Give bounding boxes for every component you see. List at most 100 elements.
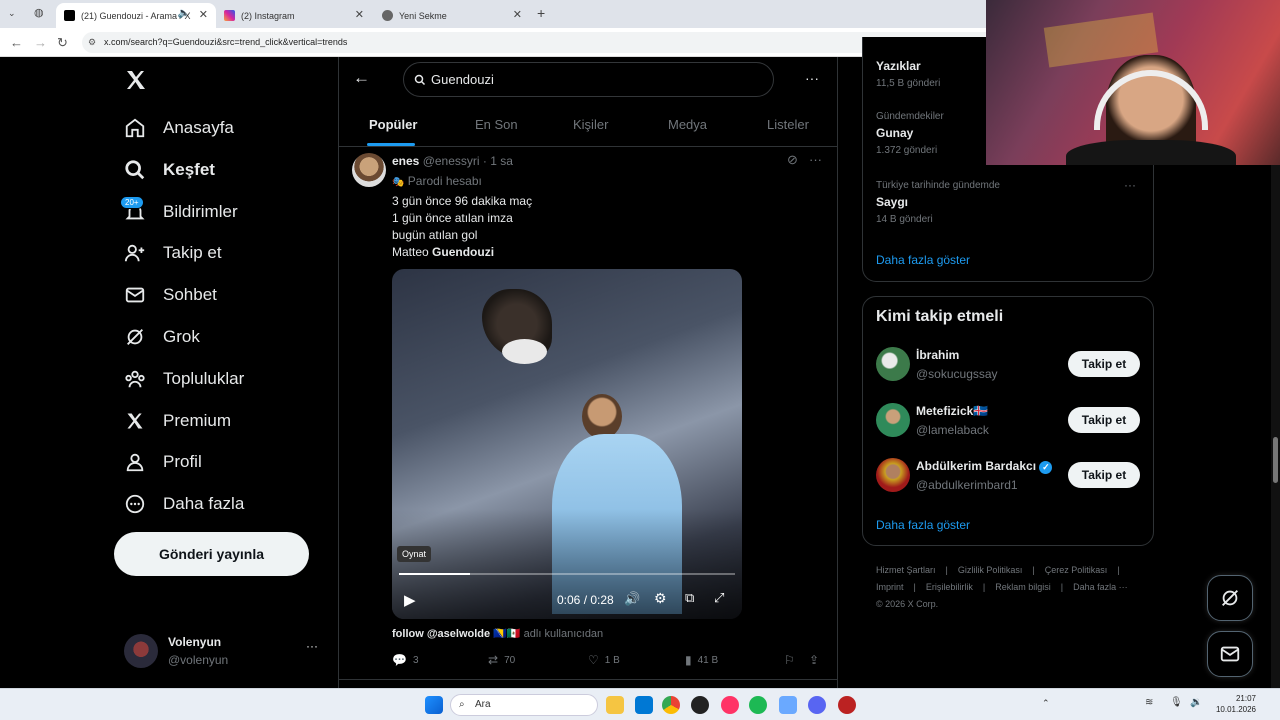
user-handle[interactable]: @abdulkerimbard1 xyxy=(916,478,1018,492)
sidebar-item-explore[interactable]: Keşfet xyxy=(122,156,215,184)
messages-fab-button[interactable] xyxy=(1207,631,1253,677)
more-dots-icon[interactable]: ··· xyxy=(809,152,822,167)
taskbar-search[interactable]: ⌕ Ara xyxy=(450,694,598,716)
show-more-follow-link[interactable]: Daha fazla göster xyxy=(876,518,970,532)
avatar[interactable] xyxy=(876,458,910,492)
opera-icon[interactable] xyxy=(721,696,739,714)
gear-icon[interactable]: ⚙ xyxy=(654,590,667,607)
more-dots-icon[interactable]: ··· xyxy=(805,70,819,86)
fullscreen-icon[interactable]: ⤢ xyxy=(714,590,724,606)
user-name[interactable]: İbrahim xyxy=(916,348,959,362)
tab-latest[interactable]: En Son xyxy=(475,117,518,132)
sidebar-item-home[interactable]: Anasayfa xyxy=(122,114,234,142)
sidebar-item-grok[interactable]: Grok xyxy=(122,323,200,351)
views-button[interactable]: ▮ 41 B xyxy=(685,653,718,667)
reply-button[interactable]: 💬 3 xyxy=(392,653,419,667)
tab-lists[interactable]: Listeler xyxy=(767,117,809,132)
user-handle[interactable]: @sokucugssay xyxy=(916,367,998,381)
new-tab-plus-icon[interactable]: + xyxy=(537,5,545,21)
sidebar-item-profile[interactable]: Profil xyxy=(122,448,202,476)
avatar[interactable] xyxy=(352,153,386,187)
reply-count: 3 xyxy=(412,654,419,666)
tab-x-search[interactable]: (21) Guendouzi - Arama / X 🔈 ✕ xyxy=(56,3,216,28)
pip-icon[interactable]: ⧉ xyxy=(685,590,694,606)
avatar[interactable] xyxy=(876,347,910,381)
sidebar-item-more[interactable]: Daha fazla xyxy=(122,490,244,518)
video-progress-track[interactable] xyxy=(399,573,735,575)
app-icon[interactable] xyxy=(838,696,856,714)
file-explorer-icon[interactable] xyxy=(606,696,624,714)
back-arrow-icon[interactable]: ← xyxy=(10,35,23,50)
follow-button[interactable]: Takip et xyxy=(1068,462,1140,488)
store-icon[interactable] xyxy=(635,696,653,714)
search-input[interactable]: Guendouzi xyxy=(403,62,774,97)
user-name-row[interactable]: Abdülkerim Bardakcı ✓ xyxy=(916,459,1053,474)
grok-icon[interactable]: ⊘ xyxy=(787,152,798,168)
microphone-icon[interactable]: 🎙 xyxy=(1170,697,1183,708)
reload-icon[interactable]: ↻ xyxy=(57,35,68,51)
volume-icon[interactable]: 🔉 xyxy=(1190,697,1202,708)
footer-link[interactable]: Reklam bilgisi xyxy=(995,582,1051,592)
tweet-time[interactable]: · 1 sa xyxy=(483,154,513,168)
footer-link[interactable]: Hizmet Şartları xyxy=(876,565,936,575)
app-icon[interactable] xyxy=(691,696,709,714)
close-icon[interactable]: ✕ xyxy=(199,8,208,21)
site-settings-icon[interactable]: ⚙ xyxy=(88,32,96,53)
more-dots-icon[interactable]: ··· xyxy=(1124,178,1136,192)
follow-mention[interactable]: follow @aselwolde xyxy=(392,628,490,640)
grok-fab-button[interactable] xyxy=(1207,575,1253,621)
tab-media[interactable]: Medya xyxy=(668,117,707,132)
user-name[interactable]: Metefizick🇮🇸 xyxy=(916,404,988,418)
bookmark-button[interactable]: ⚐ xyxy=(784,653,801,667)
share-button[interactable]: ⇪ xyxy=(809,653,825,667)
follow-button[interactable]: Takip et xyxy=(1068,351,1140,377)
chrome-icon[interactable] xyxy=(662,696,680,714)
tweet-handle[interactable]: @enessyri xyxy=(423,154,480,168)
show-more-trends-link[interactable]: Daha fazla göster xyxy=(876,253,970,267)
trend-item[interactable]: Yazıklar 11,5 B gönderi xyxy=(876,59,940,89)
sidebar-item-communities[interactable]: Topluluklar xyxy=(122,365,244,393)
user-handle[interactable]: @lamelaback xyxy=(916,423,989,437)
volume-icon[interactable]: 🔊 xyxy=(624,591,640,607)
forward-arrow-icon[interactable]: → xyxy=(34,35,47,50)
sidebar-item-follow[interactable]: Takip et xyxy=(122,239,222,267)
tab-instagram[interactable]: (2) Instagram ✕ xyxy=(216,3,372,28)
tab-group-icon[interactable]: ◍ xyxy=(34,6,44,19)
post-button[interactable]: Gönderi yayınla xyxy=(114,532,309,576)
account-switcher[interactable]: Volenyun @volenyun ··· xyxy=(124,631,324,671)
speaker-icon[interactable]: 🔈 xyxy=(178,8,190,19)
avatar[interactable] xyxy=(876,403,910,437)
footer-link[interactable]: Çerez Politikası xyxy=(1045,565,1108,575)
tab-list-icon[interactable]: ⌄ xyxy=(8,8,16,19)
close-icon[interactable]: ✕ xyxy=(355,8,364,21)
x-logo-icon[interactable] xyxy=(124,68,148,97)
video-player[interactable]: Oynat ▶ 0:06 / 0:28 🔊 ⚙ ⧉ ⤢ xyxy=(392,269,742,619)
discord-icon[interactable] xyxy=(808,696,826,714)
retweet-button[interactable]: ⇄ 70 xyxy=(488,653,515,667)
footer-link[interactable]: Gizlilik Politikası xyxy=(958,565,1023,575)
like-button[interactable]: ♡ 1 B xyxy=(588,653,620,667)
spotify-icon[interactable] xyxy=(749,696,767,714)
wifi-icon[interactable]: ≋ xyxy=(1145,697,1153,708)
sidebar-item-chat[interactable]: Sohbet xyxy=(122,281,217,309)
close-icon[interactable]: ✕ xyxy=(513,8,522,21)
footer-link[interactable]: Daha fazla ··· xyxy=(1073,582,1128,592)
footer-link[interactable]: Erişilebilirlik xyxy=(926,582,973,592)
system-clock[interactable]: 21:07 10.01.2026 xyxy=(1216,693,1256,715)
tweet-highlight[interactable]: Guendouzi xyxy=(432,245,494,259)
tab-top[interactable]: Popüler xyxy=(369,117,417,132)
trend-item[interactable]: Gündemdekiler Gunay 1.372 gönderi xyxy=(876,111,944,156)
play-icon[interactable]: ▶ xyxy=(404,591,416,609)
windows-start-icon[interactable] xyxy=(425,696,443,714)
footer-link[interactable]: Imprint xyxy=(876,582,904,592)
tab-new[interactable]: Yeni Sekme ✕ xyxy=(374,3,530,28)
follow-button[interactable]: Takip et xyxy=(1068,407,1140,433)
trend-item[interactable]: Türkiye tarihinde gündemde Saygı 14 B gö… xyxy=(876,178,1146,225)
back-arrow-icon[interactable]: ← xyxy=(353,68,370,88)
app-icon[interactable] xyxy=(779,696,797,714)
tweet-author[interactable]: enes xyxy=(392,154,419,168)
sidebar-item-premium[interactable]: Premium xyxy=(122,407,231,435)
scroll-thumb[interactable] xyxy=(1273,437,1278,483)
chevron-up-icon[interactable]: ⌃ xyxy=(1042,698,1050,709)
tab-people[interactable]: Kişiler xyxy=(573,117,608,132)
